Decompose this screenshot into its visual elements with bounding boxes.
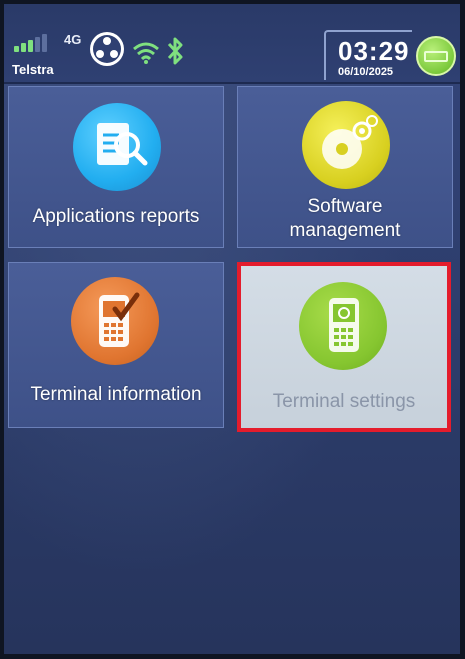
carrier-name: Telstra	[12, 62, 54, 77]
disc-gear-icon	[302, 101, 390, 189]
contactless-icon	[90, 32, 124, 66]
applications-reports-tile[interactable]: Applications reports	[8, 86, 224, 248]
software-management-label: Software management	[238, 195, 452, 243]
terminal-settings-tile[interactable]: Terminal settings	[237, 262, 451, 432]
terminal-information-tile[interactable]: Terminal information	[8, 262, 224, 428]
signal-strength-icon	[14, 34, 47, 52]
clock: 03:29 06/10/2025	[324, 30, 412, 80]
software-management-tile[interactable]: Software management	[237, 86, 453, 248]
date-display: 06/10/2025	[338, 66, 394, 78]
network-type: 4G	[64, 32, 82, 47]
time-display: 03:29	[338, 36, 410, 66]
status-bar: 4G Telstra 03:29 06/10/2025	[4, 4, 460, 84]
battery-icon	[416, 36, 456, 76]
applications-reports-label: Applications reports	[32, 206, 200, 227]
software-management-label-line2: management	[289, 220, 401, 241]
terminal-information-label: Terminal information	[30, 384, 202, 405]
wifi-icon	[133, 42, 159, 64]
terminal-screen: 4G Telstra 03:29 06/10/2025 Applications…	[4, 4, 460, 654]
terminal-gear-icon	[299, 282, 387, 370]
terminal-check-icon	[71, 277, 159, 365]
software-management-label-line1: Software	[307, 196, 383, 217]
document-search-icon	[73, 103, 161, 191]
terminal-settings-label: Terminal settings	[272, 391, 416, 412]
bluetooth-icon	[167, 37, 183, 65]
